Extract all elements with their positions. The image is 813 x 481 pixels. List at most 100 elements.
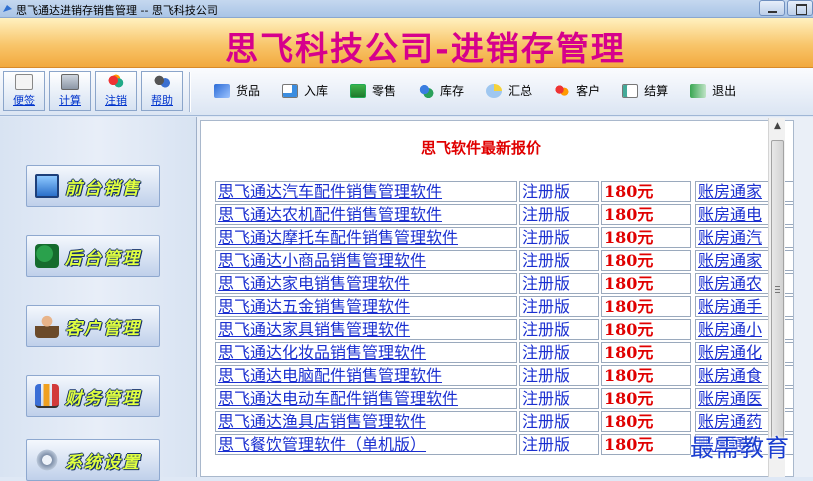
notepad-icon [15, 74, 33, 90]
menu-label: 退出 [712, 84, 737, 98]
sidebar-item-finance[interactable]: 财务管理 [26, 375, 160, 417]
scroll-up-arrow-icon[interactable]: ▲ [769, 118, 786, 135]
sidebar-item-label: 后台管理 [65, 248, 141, 269]
menu-item-inventory[interactable]: 库存 [418, 82, 464, 99]
calculator-button[interactable]: 计算 [49, 71, 91, 111]
logout-button[interactable]: 注销 [95, 71, 137, 111]
menu-label: 客户 [576, 84, 601, 98]
table-row: 思飞通达农机配件销售管理软件 注册版 180元 账房通电 [215, 204, 793, 227]
banner-title: 思飞科技公司-进销存管理 [225, 29, 626, 68]
menu-label: 汇总 [508, 84, 533, 98]
menu-label: 库存 [440, 84, 465, 98]
logout-users-icon [107, 74, 125, 90]
table-row: 思飞通达家电销售管理软件 注册版 180元 账房通农 [215, 273, 793, 296]
edition-cell: 注册版 [519, 411, 599, 432]
price-cell: 180元 [601, 434, 691, 455]
price-cell: 180元 [601, 388, 691, 409]
stock-in-icon [282, 83, 299, 98]
menu-label: 结算 [644, 84, 669, 98]
toolbar-divider [189, 72, 191, 112]
table-row: 思飞通达小商品销售管理软件 注册版 180元 账房通家 [215, 250, 793, 273]
menu-item-settlement[interactable]: 结算 [622, 82, 668, 99]
product-link[interactable]: 思飞通达渔具店销售管理软件 [215, 411, 517, 432]
chart-icon [35, 384, 59, 408]
product-link[interactable]: 思飞通达摩托车配件销售管理软件 [215, 227, 517, 248]
window-title: 思飞通达进销存销售管理 -- 思飞科技公司 [16, 4, 218, 17]
product-link[interactable]: 思飞通达化妆品销售管理软件 [215, 342, 517, 363]
scrollbar-grip-icon [775, 286, 780, 293]
price-cell: 180元 [601, 411, 691, 432]
sidebar-item-front-sales[interactable]: 前台销售 [26, 165, 160, 207]
edition-cell: 注册版 [519, 319, 599, 340]
sidebar-item-label: 系统设置 [65, 452, 141, 473]
sidebar-item-customer[interactable]: 客户管理 [26, 305, 160, 347]
product-link[interactable]: 思飞通达电动车配件销售管理软件 [215, 388, 517, 409]
maximize-button[interactable] [787, 0, 813, 16]
app-banner: 思飞科技公司-进销存管理 [0, 18, 813, 68]
table-row: 思飞通达家具销售管理软件 注册版 180元 账房通小 [215, 319, 793, 342]
menu-item-exit[interactable]: 退出 [690, 82, 736, 99]
edition-cell: 注册版 [519, 250, 599, 271]
admin-icon [35, 244, 59, 268]
table-row: 思飞通达电脑配件销售管理软件 注册版 180元 账房通食 [215, 365, 793, 388]
price-cell: 180元 [601, 342, 691, 363]
summary-icon [486, 83, 503, 98]
sidebar-item-back-admin[interactable]: 后台管理 [26, 235, 160, 277]
help-button[interactable]: 帮助 [141, 71, 183, 111]
customer-icon [554, 83, 571, 98]
notepad-label: 便签 [13, 94, 35, 107]
toolbar: 便签 计算 注销 帮助 货品 入库 零售 库存 汇总 客户 结算 退出 [0, 68, 813, 116]
product-link[interactable]: 思飞通达五金销售管理软件 [215, 296, 517, 317]
menu-label: 零售 [372, 84, 397, 98]
edition-cell: 注册版 [519, 181, 599, 202]
goods-icon [214, 83, 230, 98]
product-link[interactable]: 思飞通达家电销售管理软件 [215, 273, 517, 294]
product-link[interactable]: 思飞通达农机配件销售管理软件 [215, 204, 517, 225]
scrollbar-thumb[interactable] [771, 140, 784, 440]
menu-label: 货品 [236, 84, 261, 98]
watermark: 最需教育 [690, 434, 790, 462]
minimize-button[interactable] [759, 0, 785, 16]
product-link[interactable]: 思飞通达汽车配件销售管理软件 [215, 181, 517, 202]
table-row: 思飞通达汽车配件销售管理软件 注册版 180元 账房通家 [215, 181, 793, 204]
calculator-icon [61, 74, 79, 90]
table-row: 思飞通达化妆品销售管理软件 注册版 180元 账房通化 [215, 342, 793, 365]
menu-label: 入库 [304, 84, 329, 98]
price-cell: 180元 [601, 319, 691, 340]
product-link[interactable]: 思飞餐饮管理软件（单机版） [215, 434, 517, 455]
product-link[interactable]: 思飞通达电脑配件销售管理软件 [215, 365, 517, 386]
price-cell: 180元 [601, 250, 691, 271]
price-cell: 180元 [601, 273, 691, 294]
menu-item-summary[interactable]: 汇总 [486, 82, 532, 99]
sidebar-item-label: 客户管理 [65, 318, 141, 339]
monitor-icon [35, 174, 59, 198]
menu-item-goods[interactable]: 货品 [214, 82, 260, 99]
price-table: 思飞通达汽车配件销售管理软件 注册版 180元 账房通家 思飞通达农机配件销售管理软件注… [215, 181, 793, 457]
sidebar-item-label: 前台销售 [65, 178, 141, 199]
gear-icon [35, 448, 59, 472]
sidebar: 前台销售 后台管理 客户管理 财务管理 系统设置 [0, 117, 196, 481]
sidebar-item-system-settings[interactable]: 系统设置 [26, 439, 160, 481]
app-icon [3, 5, 12, 12]
main-menu: 货品 入库 零售 库存 汇总 客户 结算 退出 [214, 82, 758, 99]
notepad-button[interactable]: 便签 [3, 71, 45, 111]
product-link[interactable]: 思飞通达小商品销售管理软件 [215, 250, 517, 271]
menu-item-retail[interactable]: 零售 [350, 82, 396, 99]
product-link[interactable]: 思飞通达家具销售管理软件 [215, 319, 517, 340]
table-row: 思飞通达电动车配件销售管理软件 注册版 180元 账房通医 [215, 388, 793, 411]
settlement-icon [622, 83, 639, 98]
retail-icon [350, 83, 367, 98]
price-cell: 180元 [601, 296, 691, 317]
menu-item-stock-in[interactable]: 入库 [282, 82, 328, 99]
price-cell: 180元 [601, 204, 691, 225]
sidebar-item-label: 财务管理 [65, 388, 141, 409]
help-label: 帮助 [151, 94, 173, 107]
window-titlebar: 思飞通达进销存销售管理 -- 思飞科技公司 [0, 0, 813, 18]
help-users-icon [153, 74, 171, 90]
person-icon [35, 314, 59, 338]
price-cell: 180元 [601, 365, 691, 386]
edition-cell: 注册版 [519, 342, 599, 363]
exit-icon [690, 83, 707, 98]
vertical-scrollbar[interactable]: ▲ [768, 118, 785, 477]
menu-item-customer[interactable]: 客户 [554, 82, 600, 99]
